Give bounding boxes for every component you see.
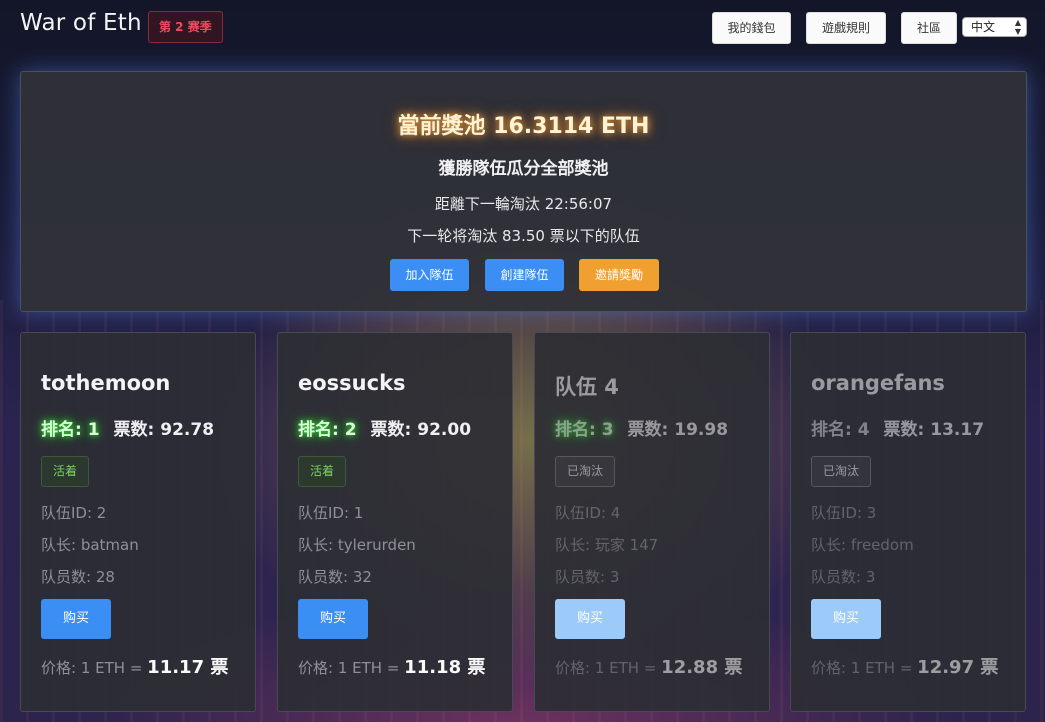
- team-price: 价格: 1 ETH = 11.17 票: [41, 653, 228, 679]
- team-members: 队员数: 28: [41, 568, 115, 586]
- price-prefix: 价格: 1 ETH =: [811, 659, 913, 677]
- buy-button[interactable]: 购买: [41, 599, 111, 639]
- join-team-button[interactable]: 加入隊伍: [390, 259, 469, 291]
- buy-button[interactable]: 购买: [811, 599, 881, 639]
- top-bar: War of Eth 第 2 赛季 我的錢包 遊戲規則 社區 中文 ▲ ▼: [0, 0, 1045, 56]
- team-name: orangefans: [811, 371, 945, 395]
- team-card: 队伍 4 排名: 3 票数: 19.98 已淘汰 队伍ID: 4 队长: 玩家 1…: [534, 332, 770, 712]
- team-members: 队员数: 3: [555, 568, 620, 586]
- buy-button[interactable]: 购买: [555, 599, 625, 639]
- team-members: 队员数: 32: [298, 568, 372, 586]
- community-button[interactable]: 社區: [901, 12, 957, 44]
- team-id: 队伍ID: 1: [298, 504, 364, 522]
- team-votes: 票数: 92.00: [370, 420, 472, 440]
- buy-button[interactable]: 购买: [298, 599, 368, 639]
- team-leader: 队长: batman: [41, 536, 139, 554]
- elimination-threshold: 下一轮将淘汰 83.50 票以下的队伍: [407, 227, 640, 245]
- status-badge: 已淘汰: [555, 456, 616, 487]
- team-rank: 排名: 2: [298, 420, 357, 440]
- create-team-button[interactable]: 創建隊伍: [485, 259, 564, 291]
- team-name: tothemoon: [41, 371, 171, 395]
- prize-pool-panel: 當前獎池 16.3114 ETH 獲勝隊伍瓜分全部獎池 距離下一輪淘汰 22:5…: [20, 71, 1027, 312]
- team-leader: 队长: tylerurden: [298, 536, 416, 554]
- prize-pool-subtitle: 獲勝隊伍瓜分全部獎池: [438, 159, 609, 179]
- status-badge: 活着: [41, 456, 90, 487]
- team-leader: 队长: freedom: [811, 536, 914, 554]
- wallet-button[interactable]: 我的錢包: [712, 12, 791, 44]
- select-arrows-icon: ▲ ▼: [1014, 18, 1021, 36]
- price-prefix: 价格: 1 ETH =: [555, 659, 657, 677]
- team-card: eossucks 排名: 2 票数: 92.00 活着 队伍ID: 1 队长: t…: [277, 332, 513, 712]
- price-value: 12.97 票: [917, 657, 999, 678]
- status-badge: 已淘汰: [811, 456, 872, 487]
- team-score: 排名: 1 票数: 92.78: [41, 415, 214, 440]
- team-id: 队伍ID: 4: [555, 504, 621, 522]
- team-name: 队伍 4: [555, 375, 619, 399]
- team-price: 价格: 1 ETH = 11.18 票: [298, 653, 485, 679]
- status-badge: 活着: [298, 456, 347, 487]
- price-prefix: 价格: 1 ETH =: [298, 659, 400, 677]
- price-prefix: 价格: 1 ETH =: [41, 659, 143, 677]
- team-leader: 队长: 玩家 147: [555, 536, 659, 554]
- team-rank: 排名: 1: [41, 420, 100, 440]
- team-votes: 票数: 92.78: [113, 420, 215, 440]
- team-price: 价格: 1 ETH = 12.97 票: [811, 653, 998, 679]
- team-members: 队员数: 3: [811, 568, 876, 586]
- team-rank: 排名: 3: [555, 420, 614, 440]
- team-score: 排名: 3 票数: 19.98: [555, 415, 728, 440]
- team-score: 排名: 4 票数: 13.17: [811, 415, 984, 440]
- price-value: 11.18 票: [404, 657, 486, 678]
- invite-reward-button[interactable]: 邀請獎勵: [579, 259, 659, 291]
- price-value: 12.88 票: [661, 657, 743, 678]
- team-id: 队伍ID: 2: [41, 504, 107, 522]
- team-name: eossucks: [298, 371, 406, 395]
- language-select[interactable]: 中文 ▲ ▼: [962, 17, 1027, 37]
- team-score: 排名: 2 票数: 92.00: [298, 415, 471, 440]
- rules-button[interactable]: 遊戲規則: [806, 12, 886, 44]
- team-price: 价格: 1 ETH = 12.88 票: [555, 653, 742, 679]
- team-rank: 排名: 4: [811, 420, 870, 440]
- team-votes: 票数: 19.98: [627, 420, 729, 440]
- team-id: 队伍ID: 3: [811, 504, 877, 522]
- season-badge: 第 2 赛季: [148, 11, 223, 43]
- team-card: tothemoon 排名: 1 票数: 92.78 活着 队伍ID: 2 队长: …: [20, 332, 256, 712]
- price-value: 11.17 票: [147, 657, 229, 678]
- prize-pool-amount: 當前獎池 16.3114 ETH: [397, 114, 650, 139]
- language-value: 中文: [971, 20, 996, 34]
- app-title: War of Eth: [20, 10, 142, 36]
- team-votes: 票数: 13.17: [883, 420, 985, 440]
- team-card: orangefans 排名: 4 票数: 13.17 已淘汰 队伍ID: 3 队长…: [790, 332, 1026, 712]
- elimination-countdown: 距離下一輪淘汰 22:56:07: [434, 195, 613, 213]
